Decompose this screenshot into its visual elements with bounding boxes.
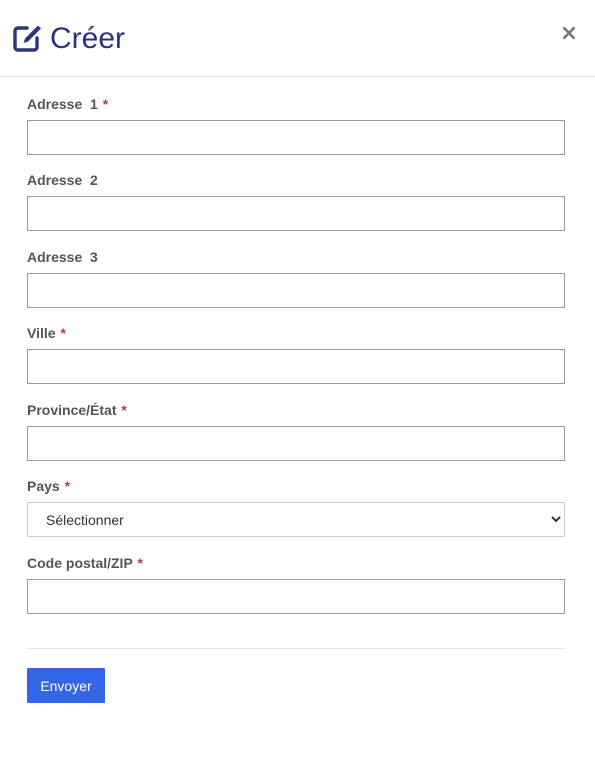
postal-label: Code postal/ZIP * (27, 555, 143, 571)
country-field: Pays * Sélectionner (27, 477, 565, 537)
postal-input[interactable] (27, 579, 565, 614)
required-marker: * (64, 478, 71, 494)
address1-input[interactable] (27, 120, 565, 155)
required-marker: * (102, 96, 109, 112)
form-divider (27, 648, 565, 649)
address1-field: Adresse 1 * (27, 95, 565, 155)
city-field: Ville * (27, 324, 565, 384)
postal-field: Code postal/ZIP * (27, 554, 565, 614)
address3-field: Adresse 3 (27, 248, 565, 308)
address1-label: Adresse 1 * (27, 96, 109, 112)
dialog-header: Créer × (0, 0, 595, 77)
close-button[interactable]: × (559, 22, 579, 46)
required-marker: * (60, 325, 66, 341)
create-dialog: Créer × Adresse 1 * Adresse 2 Adresse 3 … (0, 0, 595, 771)
address3-input[interactable] (27, 273, 565, 308)
city-input[interactable] (27, 349, 565, 384)
province-field: Province/État * (27, 401, 565, 461)
required-marker: * (137, 555, 143, 571)
province-input[interactable] (27, 426, 565, 461)
address2-input[interactable] (27, 196, 565, 231)
country-label: Pays * (27, 478, 71, 494)
address2-label: Adresse 2 (27, 172, 98, 188)
required-marker: * (121, 402, 127, 418)
country-select[interactable]: Sélectionner (27, 502, 565, 537)
address2-field: Adresse 2 (27, 171, 565, 231)
city-label: Ville * (27, 325, 66, 341)
province-label: Province/État * (27, 402, 127, 418)
dialog-title: Créer (50, 22, 126, 55)
submit-button[interactable]: Envoyer (27, 668, 105, 703)
address3-label: Adresse 3 (27, 249, 98, 265)
edit-square-icon (13, 25, 41, 52)
